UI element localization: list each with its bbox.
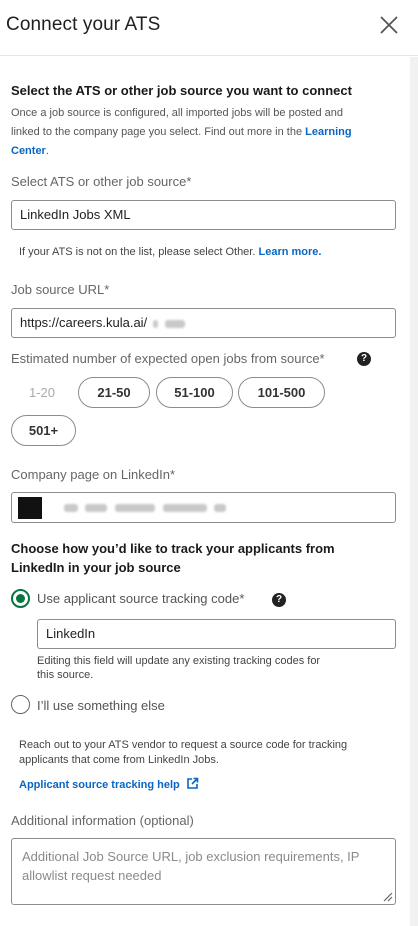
redacted-text bbox=[152, 319, 158, 328]
tracking-code-input[interactable]: LinkedIn bbox=[37, 619, 396, 649]
ats-note-text: If your ATS is not on the list, please s… bbox=[19, 246, 259, 258]
tracking-help-link-row[interactable]: Applicant source tracking help bbox=[19, 777, 199, 791]
close-icon bbox=[380, 16, 398, 34]
help-icon[interactable]: ? bbox=[272, 593, 286, 607]
jobs-option-101-500[interactable]: 101-500 bbox=[238, 377, 325, 408]
radio-use-tracking-code-label[interactable]: Use applicant source tracking code* bbox=[37, 591, 244, 606]
additional-info-placeholder-line1: Additional Job Source URL, job exclusion… bbox=[22, 849, 360, 864]
intro-text-end: . bbox=[45, 145, 49, 157]
section-heading-select-source: Select the ATS or other job source you w… bbox=[11, 83, 352, 98]
additional-info-placeholder-line2: allowlist request needed bbox=[22, 868, 162, 883]
tracking-code-note-line1: Editing this field will update any exist… bbox=[37, 655, 321, 667]
job-source-url-value: https://careers.kula.ai/ bbox=[20, 315, 148, 330]
modal-body[interactable]: Select the ATS or other job source you w… bbox=[0, 57, 418, 926]
scrollbar-track[interactable] bbox=[410, 57, 418, 926]
ats-select-label: Select ATS or other job source* bbox=[11, 174, 192, 189]
radio-something-else[interactable] bbox=[11, 695, 30, 714]
ats-note: If your ATS is not on the list, please s… bbox=[19, 246, 321, 258]
learn-more-link[interactable]: Learn more. bbox=[258, 246, 321, 258]
additional-info-label: Additional information (optional) bbox=[11, 813, 194, 828]
resize-grip-icon[interactable] bbox=[381, 890, 393, 902]
redacted-text bbox=[165, 319, 186, 328]
close-button[interactable] bbox=[376, 12, 402, 38]
tracking-heading-line2: LinkedIn in your job source bbox=[11, 560, 181, 575]
modal-header: Connect your ATS bbox=[0, 0, 418, 56]
intro-text-line1: Once a job source is configured, all imp… bbox=[11, 107, 344, 119]
learning-center-link[interactable]: Learning bbox=[305, 126, 351, 138]
vendor-note-line1: Reach out to your ATS vendor to request … bbox=[19, 739, 348, 751]
redacted-text bbox=[63, 503, 78, 512]
intro-text-line2: linked to the company page you select. F… bbox=[11, 123, 352, 142]
ats-select[interactable]: LinkedIn Jobs XML bbox=[11, 200, 396, 230]
intro-text-line3: Center. bbox=[11, 142, 49, 161]
radio-use-tracking-code[interactable] bbox=[11, 589, 30, 608]
job-source-url-label: Job source URL* bbox=[11, 282, 110, 297]
radio-something-else-label[interactable]: I’ll use something else bbox=[37, 698, 165, 713]
tracking-help-link[interactable]: Applicant source tracking help bbox=[19, 779, 180, 791]
modal-title: Connect your ATS bbox=[6, 14, 161, 35]
tracking-heading-line1: Choose how you’d like to track your appl… bbox=[11, 541, 335, 556]
redacted-text bbox=[114, 503, 155, 512]
jobs-option-1-20: 1-20 bbox=[17, 377, 67, 408]
external-link-icon[interactable] bbox=[186, 777, 199, 790]
company-page-input[interactable] bbox=[11, 492, 396, 523]
jobs-option-21-50[interactable]: 21-50 bbox=[78, 377, 150, 408]
company-logo bbox=[18, 496, 42, 519]
redacted-text bbox=[162, 503, 207, 512]
help-icon[interactable]: ? bbox=[357, 352, 371, 366]
jobs-option-51-100[interactable]: 51-100 bbox=[156, 377, 233, 408]
tracking-code-note-line2: this source. bbox=[37, 669, 94, 681]
open-jobs-label: Estimated number of expected open jobs f… bbox=[11, 351, 325, 366]
company-page-label: Company page on LinkedIn* bbox=[11, 467, 176, 482]
job-source-url-input[interactable]: https://careers.kula.ai/ bbox=[11, 308, 396, 338]
jobs-option-501-plus[interactable]: 501+ bbox=[11, 415, 76, 446]
redacted-text bbox=[214, 503, 227, 512]
learning-center-link-cont[interactable]: Center bbox=[11, 145, 46, 157]
redacted-text bbox=[85, 503, 108, 512]
vendor-note-line2: applicants that come from LinkedIn Jobs. bbox=[19, 754, 219, 766]
intro-text: linked to the company page you select. F… bbox=[11, 126, 306, 138]
additional-info-textarea[interactable]: Additional Job Source URL, job exclusion… bbox=[11, 838, 396, 905]
